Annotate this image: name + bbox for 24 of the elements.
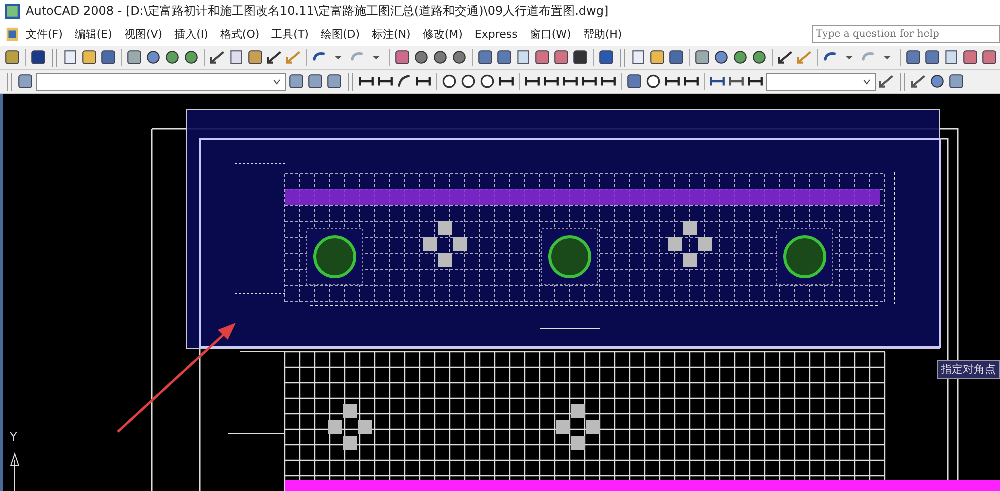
menu-item[interactable]: 标注(N) — [366, 26, 417, 42]
menu-item[interactable]: 插入(I) — [168, 26, 214, 42]
circle-icon[interactable] — [645, 73, 662, 90]
window-title: AutoCAD 2008 - [D:\定富路初计和施工图改名10.11\定富路施工图汇总(道路和交通)\09人行道布置图.dwg] — [26, 2, 609, 20]
menu-item[interactable]: 修改(M) — [416, 26, 469, 42]
axis-label: Y — [10, 430, 18, 444]
menu-item[interactable]: 绘图(D) — [314, 26, 366, 42]
tooltip: 指定对角点 — [937, 360, 1000, 379]
menu-item[interactable]: Express — [468, 28, 524, 40]
circle-icon[interactable] — [441, 73, 458, 90]
menu-item[interactable]: 窗口(W) — [524, 26, 578, 42]
circle-icon[interactable] — [460, 73, 477, 90]
layer-dropdown[interactable] — [36, 72, 286, 90]
help-search-field[interactable]: Type a question for help — [812, 25, 1000, 43]
menu-item[interactable]: 帮助(H) — [577, 26, 628, 42]
menu-item[interactable]: 工具(T) — [266, 26, 315, 42]
circle-icon[interactable] — [479, 73, 496, 90]
arc-icon[interactable] — [396, 73, 413, 90]
ucs-icon — [10, 452, 20, 491]
menu-item[interactable]: 文件(F) — [20, 26, 69, 42]
menu-item[interactable]: 格式(O) — [214, 26, 266, 42]
menu-item[interactable]: 编辑(E) — [68, 26, 118, 42]
menu-item[interactable]: 视图(V) — [118, 26, 169, 42]
drawing-canvas[interactable]: Y 指定对角点 — [0, 94, 1000, 491]
